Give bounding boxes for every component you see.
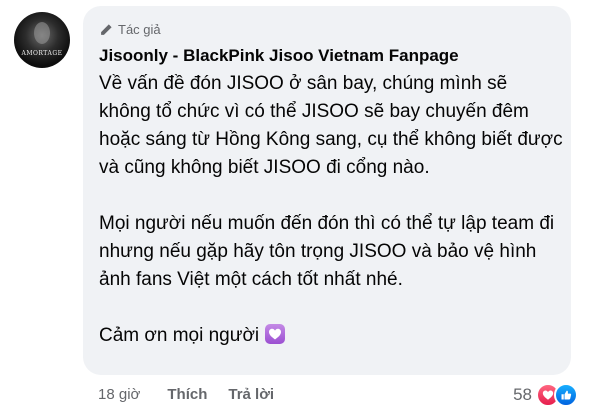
author-badge: Tác giả (99, 22, 161, 37)
like-button[interactable]: Thích (167, 386, 207, 403)
reactions-summary[interactable]: 58 (513, 383, 578, 407)
purple-heart-emoji-icon (265, 324, 286, 344)
avatar-photo (34, 22, 50, 44)
comment-actions: 18 giờ Thích Trả lời (98, 386, 274, 403)
comment-paragraph: Mọi người nếu muốn đến đón thì có thể tự… (99, 213, 555, 290)
like-reaction-icon (554, 383, 578, 407)
avatar-text: AMORTAGE (21, 50, 63, 57)
comment-bubble: Tác giả Jisoonly - BlackPink Jisoo Vietn… (83, 6, 571, 375)
reaction-count: 58 (513, 385, 532, 404)
comment-text: Về vấn đề đón JISOO ở sân bay, chúng mìn… (99, 70, 564, 350)
author-badge-label: Tác giả (118, 22, 161, 37)
author-name[interactable]: Jisoonly - BlackPink Jisoo Vietnam Fanpa… (99, 46, 459, 66)
pencil-icon (101, 23, 112, 35)
comment-paragraph: Cảm ơn mọi người (99, 322, 564, 350)
reply-button[interactable]: Trả lời (228, 386, 274, 403)
comment-closing-text: Cảm ơn mọi người (99, 325, 260, 346)
comment-timestamp[interactable]: 18 giờ (98, 386, 140, 403)
avatar[interactable]: AMORTAGE (14, 12, 70, 68)
comment-paragraph: Về vấn đề đón JISOO ở sân bay, chúng mìn… (99, 73, 563, 178)
